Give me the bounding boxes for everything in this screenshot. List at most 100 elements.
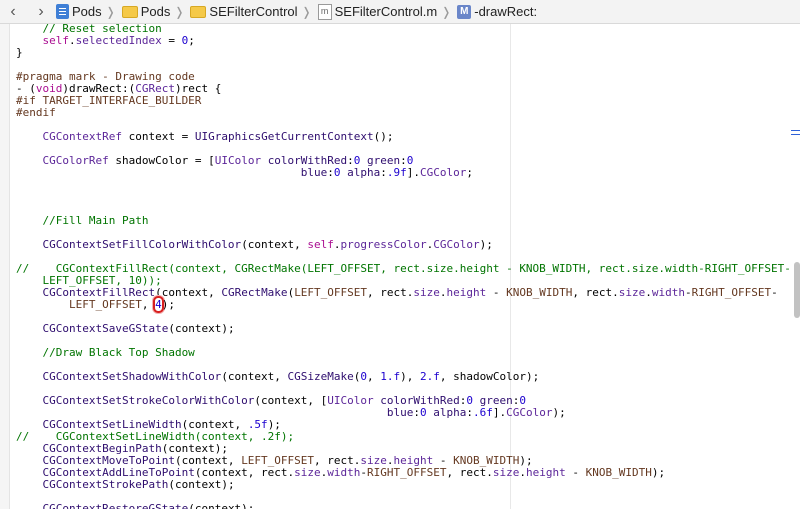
code-token: CGColor [420,166,467,179]
code-token: : [466,406,473,419]
method-icon: M [457,4,472,19]
jump-bar: ‹ › Pods ❭ Pods ❭ SEFilterControl ❭ m SE… [0,0,800,24]
code-token: alpha [347,166,381,179]
code-line[interactable]: //Draw Black Top Shadow [16,347,791,359]
code-token: CGContextSaveGState [42,322,169,335]
code-token: , [367,370,381,383]
code-token: CGSizeMake [287,370,354,383]
code-token: , rect. [446,466,493,479]
code-token: ); [161,298,175,311]
code-line[interactable]: LEFT_OFFSET, 4); [16,296,791,313]
breadcrumb-project[interactable]: Pods [56,4,102,19]
code-token: LEFT_OFFSET [294,286,368,299]
code-token: width [327,466,361,479]
code-token: . [333,238,341,251]
code-token: ]. [406,166,421,179]
code-token: RIGHT_OFFSET [691,286,772,299]
breadcrumb-method[interactable]: M -drawRect: [457,4,537,19]
code-token: #endif [16,106,56,119]
code-token: alpha [433,406,467,419]
code-line[interactable] [16,179,791,191]
code-line[interactable]: CGContextSetFillColorWithColor(context, … [16,239,791,251]
code-token: - [486,286,507,299]
code-line[interactable]: CGContextSetShadowWithColor(context, CGS… [16,371,791,383]
code-token: - [771,286,778,299]
code-token: - [565,466,586,479]
code-token: 0 [333,166,341,179]
code-token: CGContextSetFillColorWithColor [42,238,242,251]
code-token: blue [386,406,414,419]
chevron-right-icon: › [38,2,44,20]
breadcrumb-label: -drawRect: [474,4,538,19]
code-token: . [69,34,76,47]
code-token: . [645,286,652,299]
code-line[interactable] [16,191,791,203]
code-token: CGColor [506,406,553,419]
code-token: (); [373,130,394,143]
code-token: progressColor [340,238,427,251]
code-token: - [685,286,692,299]
code-line[interactable]: //Fill Main Path [16,215,791,227]
code-token: = [161,34,182,47]
code-token: self [307,238,334,251]
code-token: height [526,466,566,479]
code-token: CGRectMake [221,286,288,299]
breadcrumb-file[interactable]: m SEFilterControl.m [317,3,437,20]
code-line[interactable]: self.selectedIndex = 0; [16,35,791,47]
code-token: CGContextStrokePath [42,478,169,491]
code-token: size [413,286,440,299]
breadcrumb-group[interactable]: Pods [121,4,171,19]
code-line[interactable]: CGContextSaveGState(context); [16,323,791,335]
code-token: (context); [188,502,255,509]
forward-button[interactable]: › [30,1,52,23]
code-token: (context, [241,238,308,251]
code-token: CGContextRestoreGState [42,502,189,509]
code-token: size [492,466,520,479]
code-token: . [439,286,447,299]
breadcrumb-label: Pods [140,4,171,19]
code-line[interactable]: #if TARGET_INTERFACE_BUILDER [16,95,791,107]
code-line[interactable]: } [16,47,791,59]
objc-file-icon: m [317,3,332,20]
code-token: (context); [168,478,235,491]
code-token: : [380,166,387,179]
code-token: size [294,466,321,479]
folder-icon [190,5,207,18]
vertical-scrollbar-thumb[interactable] [794,262,800,318]
code-token: //Draw Black Top Shadow [16,346,195,359]
code-token: height [446,286,487,299]
back-button[interactable]: ‹ [2,1,24,23]
code-token: 2.f [420,370,440,383]
breadcrumb-separator: ❭ [441,4,452,19]
code-token: blue [300,166,328,179]
code-token: ; [466,166,474,179]
code-token: , rect. [367,286,414,299]
breadcrumb-folder[interactable]: SEFilterControl [190,4,298,19]
code-token: } [16,46,23,59]
code-line[interactable]: #endif [16,107,791,119]
code-editor[interactable]: // Reset selection self.selectedIndex = … [0,24,800,509]
code-token: size [618,286,646,299]
code-token: (context, [221,370,288,383]
code-token: , [141,298,156,311]
code-token: : [327,166,334,179]
minimap-marker-icon [791,130,800,135]
code-token: LEFT_OFFSET [68,298,142,311]
code-token: KNOB_WIDTH [506,286,573,299]
code-line[interactable]: CGContextRef context = UIGraphicsGetCurr… [16,131,791,143]
code-line[interactable]: blue:0 alpha:.9f].CGColor; [16,167,791,179]
source-code[interactable]: // Reset selection self.selectedIndex = … [16,24,791,509]
code-line[interactable]: CGContextStrokePath(context); [16,479,791,491]
code-token: , rect. [572,286,619,299]
code-token: 1.f [380,370,401,383]
code-token: KNOB_WIDTH [585,466,652,479]
code-line[interactable]: CGContextRestoreGState(context); [16,503,791,509]
